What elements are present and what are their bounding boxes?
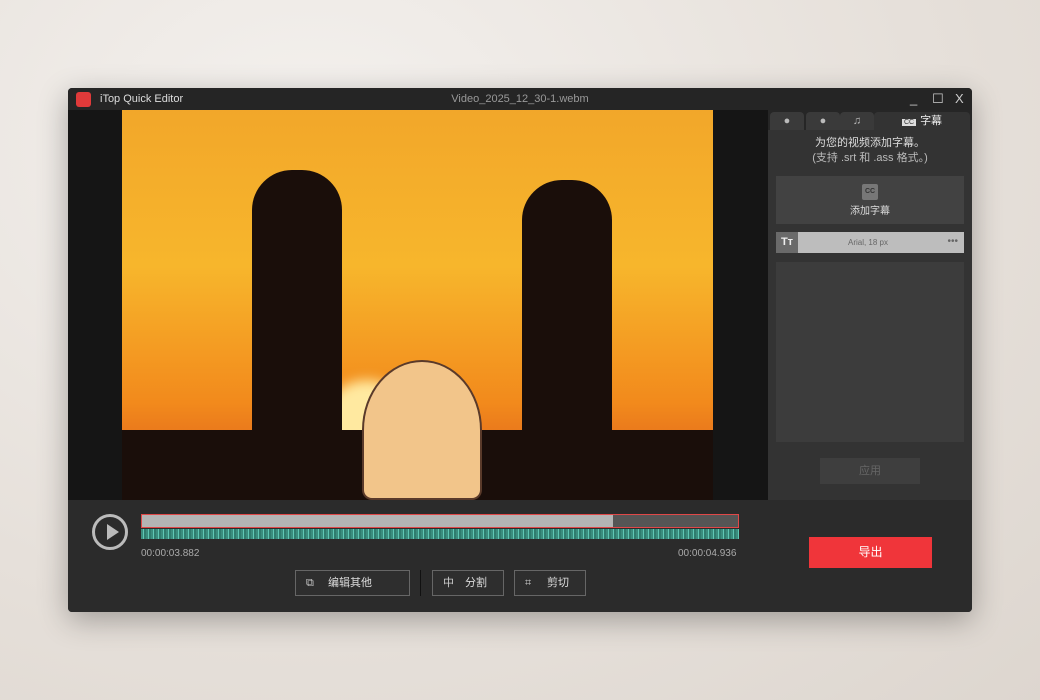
panel-tabs: ● ● ♫ CC 字幕 (768, 110, 972, 130)
man-silhouette (252, 170, 342, 500)
export-button[interactable]: 导出 (809, 537, 932, 568)
subtitle-hint: 为您的视频添加字幕。(支持 .srt 和 .ass 格式。) (768, 136, 972, 166)
maximize-button[interactable]: ☐ (932, 91, 944, 107)
timeline-progress (142, 515, 613, 527)
video-frame (122, 110, 713, 500)
edit-icon: ⧉ (306, 571, 328, 595)
add-subtitle-button[interactable]: CC 添加字幕 (776, 176, 964, 224)
cut-label: 剪切 (547, 577, 569, 589)
subtitle-style-row[interactable]: Tт Arial, 18 px ••• (776, 232, 964, 253)
tab-subtitles[interactable]: CC 字幕 (874, 112, 970, 130)
text-style-icon: Tт (776, 232, 798, 253)
subtitle-list (776, 262, 964, 442)
tab-label: 字幕 (920, 115, 942, 127)
edit-other-label: 编辑其他 (328, 577, 372, 589)
play-button[interactable] (92, 514, 128, 550)
tab-filter[interactable]: ● (770, 112, 804, 130)
add-subtitle-label: 添加字幕 (776, 202, 964, 217)
title-bar: iTop Quick Editor Video_2025_12_30-1.web… (68, 88, 972, 110)
video-preview (68, 110, 768, 500)
tab-music[interactable]: ♫ (840, 112, 874, 130)
sticker-icon: ● (820, 115, 827, 127)
filter-icon: ● (784, 115, 791, 127)
woman-silhouette (522, 180, 612, 500)
hint-line2: (支持 .srt 和 .ass 格式。) (768, 151, 972, 166)
timeline-track[interactable] (141, 514, 739, 528)
cc-icon: CC (902, 119, 916, 126)
divider (420, 570, 421, 596)
timeline-area: 00:00:03.882 00:00:04.936 ⧉编辑其他 中分割 ⌗剪切 … (68, 500, 972, 612)
minimize-button[interactable]: _ (910, 91, 917, 106)
crop-icon: ⌗ (525, 571, 547, 595)
app-window: iTop Quick Editor Video_2025_12_30-1.web… (68, 88, 972, 612)
subtitle-panel: ● ● ♫ CC 字幕 为您的视频添加字幕。(支持 .srt 和 .ass 格式。… (768, 110, 972, 500)
cc-add-icon: CC (862, 184, 878, 200)
close-button[interactable]: X (955, 91, 964, 106)
music-icon: ♫ (853, 115, 861, 127)
corgi-sticker[interactable] (362, 360, 482, 500)
audio-waveform (141, 529, 739, 539)
split-icon: 中 (443, 571, 465, 595)
font-style-label: Arial, 18 px (798, 238, 938, 247)
end-time: 00:00:04.936 (678, 548, 736, 559)
file-title: Video_2025_12_30-1.webm (68, 93, 972, 105)
more-options-button[interactable]: ••• (947, 236, 958, 247)
cut-button[interactable]: ⌗剪切 (514, 570, 586, 596)
hint-line1: 为您的视频添加字幕。 (768, 136, 972, 151)
apply-button[interactable]: 应用 (820, 458, 920, 484)
edit-other-button[interactable]: ⧉编辑其他 (295, 570, 410, 596)
tab-sticker[interactable]: ● (806, 112, 840, 130)
split-label: 分割 (465, 577, 487, 589)
split-button[interactable]: 中分割 (432, 570, 504, 596)
current-time: 00:00:03.882 (141, 548, 199, 559)
